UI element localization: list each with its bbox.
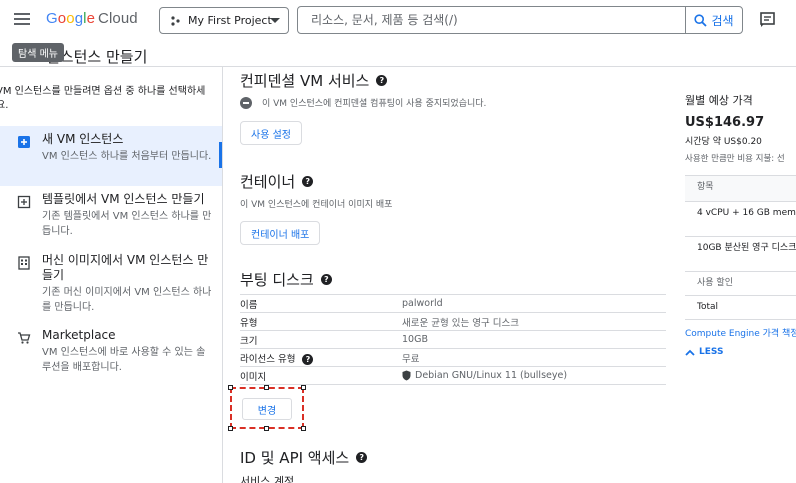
option-marketplace[interactable]: Marketplace VM 인스턴스에 바로 사용할 수 있는 솔루션을 배포… <box>0 322 222 383</box>
nav-tooltip: 탐색 메뉴 <box>12 43 64 62</box>
table-row: 이름 palworld <box>240 294 666 313</box>
disk-value: 무료 <box>402 348 666 367</box>
disk-key: 크기 <box>240 330 402 349</box>
disk-value: 10GB <box>402 330 666 349</box>
id-api-section: ID 및 API 액세스? <box>240 447 368 468</box>
option-from-machine-image[interactable]: 머신 이미지에서 VM 인스턴스 만들기 기존 머신 이미지에서 VM 인스턴스… <box>0 247 222 323</box>
less-button[interactable]: LESS <box>685 347 723 357</box>
disk-value-image: Debian GNU/Linux 11 (bullseye) <box>402 366 666 385</box>
add-box-icon <box>18 136 30 148</box>
option-title: Marketplace <box>42 328 116 342</box>
help-icon[interactable]: ? <box>302 176 314 187</box>
project-icon <box>171 15 180 26</box>
price-item-total: Total <box>685 296 796 320</box>
price-item: 10GB 분산된 영구 디스크 <box>685 237 796 272</box>
disk-key: 이름 <box>240 294 402 313</box>
option-desc: 기존 템플릿에서 VM 인스턴스 하나를 만듭니다. <box>42 211 212 237</box>
less-label: LESS <box>699 347 724 357</box>
search-button-label: 검색 <box>711 13 734 28</box>
container-section: 컨테이너? <box>240 171 314 192</box>
resize-handle[interactable] <box>301 385 306 390</box>
table-row: 유형 새로운 균형 있는 영구 디스크 <box>240 312 666 331</box>
option-from-template[interactable]: 템플릿에서 VM 인스턴스 만들기 기존 템플릿에서 VM 인스턴스 하나를 만… <box>0 186 222 247</box>
disk-key: 라이선스 유형 <box>240 353 296 365</box>
pricing-link[interactable]: Compute Engine 가격 책정 D <box>685 326 796 339</box>
change-button-highlight: 변경 <box>228 385 306 431</box>
chevron-up-icon <box>685 349 695 356</box>
confidential-status: 이 VM 인스턴스에 컨피덴셜 컴퓨팅이 사용 중지되었습니다. <box>240 96 486 109</box>
logo-google: Google <box>46 10 96 27</box>
menu-icon[interactable] <box>14 13 30 25</box>
machine-image-icon <box>18 256 30 270</box>
price-item: 사용 할인 <box>685 272 796 296</box>
project-name: My First Project <box>188 14 272 27</box>
service-account-label: 서비스 계정 <box>240 475 295 483</box>
disk-value: palworld <box>402 294 666 313</box>
search-input[interactable] <box>299 8 684 32</box>
boot-disk-section: 부팅 디스크? <box>240 269 332 290</box>
sidebar-intro: VM 인스턴스를 만들려면 옵션 중 하나를 선택하세요. <box>0 86 206 111</box>
search-button[interactable]: 검색 <box>685 7 742 33</box>
cart-icon <box>18 332 31 344</box>
enable-button[interactable]: 사용 설정 <box>240 121 302 145</box>
option-desc: 기존 머신 이미지에서 VM 인스턴스 하나를 만듭니다. <box>42 287 212 313</box>
resize-handle[interactable] <box>228 385 233 390</box>
section-title: 컨피덴셜 VM 서비스 <box>240 72 370 90</box>
change-boot-disk-button[interactable]: 변경 <box>242 398 292 420</box>
creation-options-sidebar: VM 인스턴스를 만들려면 옵션 중 하나를 선택하세요. 새 VM 인스턴스 … <box>0 67 223 483</box>
resize-handle[interactable] <box>264 426 269 431</box>
option-title: 새 VM 인스턴스 <box>42 132 124 146</box>
help-icon[interactable]: ? <box>302 353 314 365</box>
disk-key: 유형 <box>240 312 402 331</box>
image-name: Debian GNU/Linux 11 (bullseye) <box>415 370 568 381</box>
notes-icon[interactable] <box>760 12 776 27</box>
disk-key: 이미지 <box>240 366 402 385</box>
hourly-price: 시간당 약 US$0.20 <box>685 137 762 147</box>
project-selector[interactable]: My First Project <box>159 7 289 34</box>
resize-handle[interactable] <box>228 426 233 431</box>
container-desc: 이 VM 인스턴스에 컨테이너 이미지 배포 <box>240 200 393 210</box>
price-table: 항목 4 vCPU + 16 GB memory 10GB 분산된 영구 디스크… <box>685 175 796 320</box>
confidential-vm-section: 컨피덴셜 VM 서비스? <box>240 70 388 91</box>
help-icon[interactable]: ? <box>320 274 332 285</box>
template-icon <box>17 195 31 209</box>
option-desc: VM 인스턴스 하나를 처음부터 만듭니다. <box>42 151 212 162</box>
option-desc: VM 인스턴스에 바로 사용할 수 있는 솔루션을 배포합니다. <box>42 347 206 373</box>
section-title: ID 및 API 액세스 <box>240 449 350 467</box>
table-row: 라이선스 유형? 무료 <box>240 348 666 367</box>
table-row: 크기 10GB <box>240 330 666 349</box>
search-bar: 검색 <box>297 6 743 34</box>
top-bar: GoogleCloud My First Project 검색 <box>0 0 796 40</box>
section-title: 컨테이너 <box>240 173 296 191</box>
option-title: 머신 이미지에서 VM 인스턴스 만들기 <box>42 253 209 282</box>
status-text: 이 VM 인스턴스에 컨피덴셜 컴퓨팅이 사용 중지되었습니다. <box>262 99 487 109</box>
google-cloud-logo[interactable]: Google Cloud <box>46 10 138 27</box>
option-title: 템플릿에서 VM 인스턴스 만들기 <box>42 192 205 206</box>
search-icon <box>694 13 708 27</box>
price-item: 4 vCPU + 16 GB memory <box>685 202 796 237</box>
instance-form: 컨피덴셜 VM 서비스? 이 VM 인스턴스에 컨피덴셜 컴퓨팅이 사용 중지되… <box>224 67 670 483</box>
disk-value: 새로운 균형 있는 영구 디스크 <box>402 312 666 331</box>
discount-note: 사용한 만큼만 비용 지불: 선 <box>685 154 785 164</box>
shield-icon <box>402 370 411 381</box>
help-icon[interactable]: ? <box>356 452 368 463</box>
disk-key-license: 라이선스 유형? <box>240 348 402 367</box>
price-table-header: 항목 <box>685 176 796 202</box>
chevron-down-icon <box>270 18 280 23</box>
section-title: 부팅 디스크 <box>240 271 314 289</box>
price-heading: 월별 예상 가격 <box>685 94 753 107</box>
help-icon[interactable]: ? <box>376 75 388 86</box>
disabled-icon <box>240 96 252 109</box>
boot-disk-table: 이름 palworld 유형 새로운 균형 있는 영구 디스크 크기 10GB 라이선… <box>240 294 666 385</box>
resize-handle[interactable] <box>264 385 269 390</box>
pricing-panel: 월별 예상 가격 US$146.97 시간당 약 US$0.20 사용한 만큼만… <box>671 67 796 483</box>
monthly-price: US$146.97 <box>685 115 765 130</box>
deploy-container-button[interactable]: 컨테이너 배포 <box>240 221 321 245</box>
option-new-vm[interactable]: 새 VM 인스턴스 VM 인스턴스 하나를 처음부터 만듭니다. <box>0 126 222 186</box>
logo-cloud: Cloud <box>98 10 138 27</box>
table-row: 이미지 Debian GNU/Linux 11 (bullseye) <box>240 366 666 385</box>
resize-handle[interactable] <box>301 426 306 431</box>
